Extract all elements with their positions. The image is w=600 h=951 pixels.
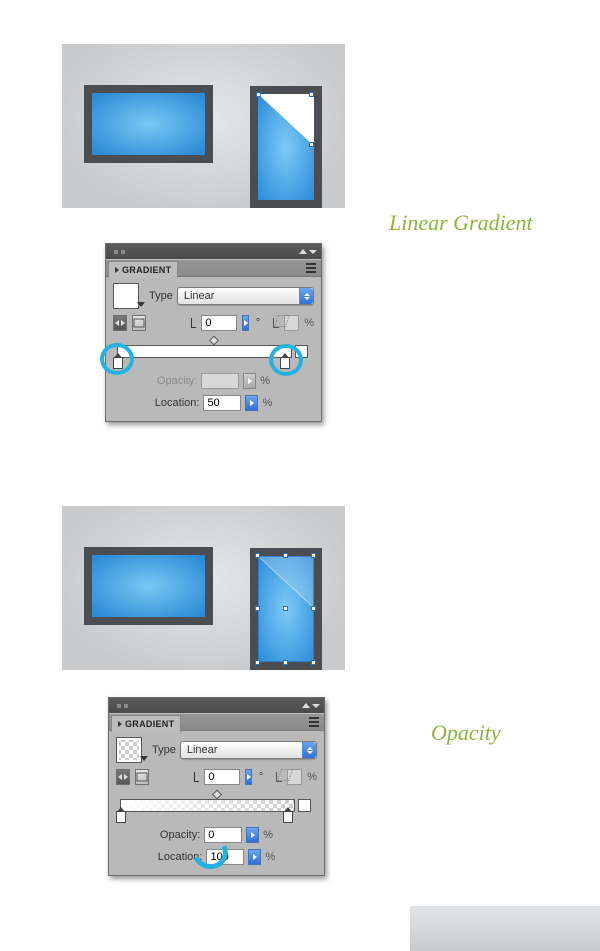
disclosure-triangle-icon[interactable] xyxy=(118,721,122,727)
percent-symbol: % xyxy=(263,829,273,841)
illustration-canvas-2 xyxy=(62,506,345,670)
panel-menu-icon[interactable] xyxy=(307,715,321,729)
degree-symbol: ° xyxy=(256,317,260,329)
annotation-linear-gradient: Linear Gradient xyxy=(389,210,533,236)
annotation-opacity: Opacity xyxy=(431,720,501,746)
gradient-panel-2: GRADIENT Type Linear ° % xyxy=(108,697,325,876)
gradient-color-stop-left[interactable] xyxy=(113,357,123,369)
illustration-canvas-1 xyxy=(62,44,345,208)
door-highlight-triangle[interactable] xyxy=(258,94,314,146)
window-frame xyxy=(84,85,213,163)
opacity-input[interactable] xyxy=(201,373,239,389)
gradient-slider[interactable] xyxy=(113,341,314,367)
stroke-gradient-button[interactable] xyxy=(132,315,146,331)
gradient-midpoint-stop[interactable] xyxy=(209,336,219,346)
gradient-swatch[interactable] xyxy=(113,283,139,309)
panel-drag-bar[interactable] xyxy=(109,698,324,713)
panel-tab-row: GRADIENT xyxy=(106,259,321,277)
stroke-gradient-button[interactable] xyxy=(135,769,149,785)
door-frame xyxy=(250,86,322,208)
gradient-swatch-dropdown-icon[interactable] xyxy=(140,756,148,761)
reverse-gradient-button[interactable] xyxy=(113,315,127,331)
disclosure-triangle-icon[interactable] xyxy=(115,267,119,273)
location-input[interactable] xyxy=(206,849,244,865)
angle-stepper[interactable] xyxy=(242,315,248,331)
selection-anchor[interactable] xyxy=(309,142,314,147)
gradient-end-box[interactable] xyxy=(295,345,308,358)
opacity-stepper[interactable] xyxy=(246,827,259,843)
type-label: Type xyxy=(152,744,176,756)
window-glass xyxy=(92,93,205,155)
selection-anchor[interactable] xyxy=(283,606,288,611)
gradient-ramp[interactable] xyxy=(117,345,292,358)
panel-tab-row: GRADIENT xyxy=(109,713,324,731)
door-frame xyxy=(250,548,322,670)
angle-input[interactable] xyxy=(204,769,240,785)
gradient-end-box[interactable] xyxy=(298,799,311,812)
window-frame xyxy=(84,547,213,625)
location-stepper[interactable] xyxy=(248,849,261,865)
gradient-slider[interactable] xyxy=(116,795,317,821)
gradient-midpoint-stop[interactable] xyxy=(212,790,222,800)
angle-icon xyxy=(191,318,196,328)
panel-drag-bar[interactable] xyxy=(106,244,321,259)
selection-anchor[interactable] xyxy=(255,553,260,558)
selection-anchor[interactable] xyxy=(283,553,288,558)
gradient-ramp[interactable] xyxy=(120,799,295,812)
gradient-type-dropdown[interactable]: Linear xyxy=(180,741,317,759)
percent-symbol: % xyxy=(304,317,314,329)
selection-anchor[interactable] xyxy=(311,606,316,611)
selection-anchor[interactable] xyxy=(311,660,316,665)
panel-collapse-icon[interactable] xyxy=(312,704,320,708)
reverse-gradient-button[interactable] xyxy=(116,769,130,785)
angle-icon xyxy=(194,772,199,782)
gradient-color-stop-left[interactable] xyxy=(116,811,126,823)
degree-symbol: ° xyxy=(259,771,263,783)
angle-stepper[interactable] xyxy=(245,769,251,785)
window-glass xyxy=(92,555,205,617)
selection-anchor[interactable] xyxy=(311,553,316,558)
gradient-panel-1: GRADIENT Type Linear ° % xyxy=(105,243,322,422)
type-label: Type xyxy=(149,290,173,302)
panel-collapse-icon[interactable] xyxy=(299,249,307,254)
gradient-type-dropdown[interactable]: Linear xyxy=(177,287,314,305)
panel-title: GRADIENT xyxy=(122,265,171,275)
percent-symbol: % xyxy=(262,397,272,409)
gradient-color-stop-right[interactable] xyxy=(280,357,290,369)
panel-tab-gradient[interactable]: GRADIENT xyxy=(108,261,178,278)
dropdown-arrow-icon xyxy=(302,742,316,758)
opacity-stepper[interactable] xyxy=(243,373,256,389)
selection-anchor[interactable] xyxy=(283,660,288,665)
panel-menu-icon[interactable] xyxy=(304,261,318,275)
selection-anchor[interactable] xyxy=(255,660,260,665)
gradient-type-value: Linear xyxy=(187,744,218,756)
gradient-swatch[interactable] xyxy=(116,737,142,763)
selection-anchor[interactable] xyxy=(309,92,314,97)
aspect-ratio-icon xyxy=(276,772,282,782)
gradient-type-value: Linear xyxy=(184,290,215,302)
panel-tab-gradient[interactable]: GRADIENT xyxy=(111,715,181,732)
selection-anchor[interactable] xyxy=(255,606,260,611)
location-stepper[interactable] xyxy=(245,395,258,411)
opacity-label: Opacity: xyxy=(160,829,200,841)
panel-title: GRADIENT xyxy=(125,719,174,729)
opacity-input[interactable] xyxy=(204,827,242,843)
gradient-color-stop-right[interactable] xyxy=(283,811,293,823)
gradient-swatch-dropdown-icon[interactable] xyxy=(137,302,145,307)
panel-collapse-icon[interactable] xyxy=(302,703,310,708)
selection-anchor[interactable] xyxy=(256,92,261,97)
dropdown-arrow-icon xyxy=(299,288,313,304)
angle-input[interactable] xyxy=(201,315,237,331)
location-label: Location: xyxy=(158,851,203,863)
bottom-gradient-swatch xyxy=(410,906,600,951)
aspect-ratio-icon xyxy=(273,318,279,328)
percent-symbol: % xyxy=(260,375,270,387)
location-input[interactable] xyxy=(203,395,241,411)
percent-symbol: % xyxy=(307,771,317,783)
percent-symbol: % xyxy=(265,851,275,863)
opacity-label: Opacity: xyxy=(157,375,197,387)
location-label: Location: xyxy=(155,397,200,409)
panel-collapse-icon[interactable] xyxy=(309,250,317,254)
